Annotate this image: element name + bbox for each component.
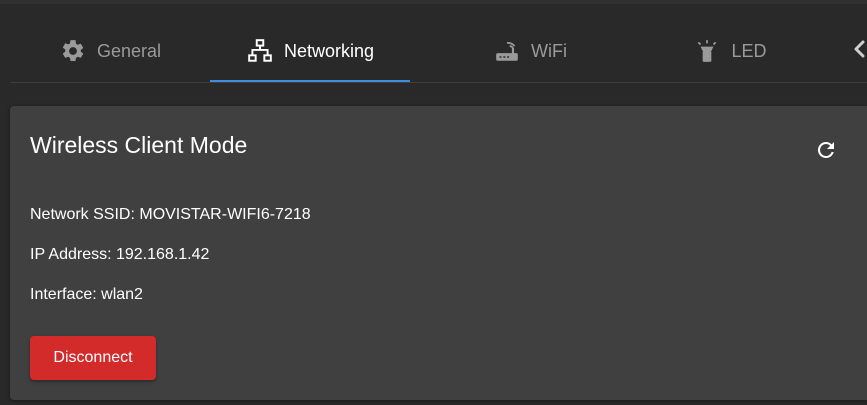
tab-bar: General Networking WiFi LED [10,22,867,83]
network-ssid: Network SSID: MOVISTAR-WIFI6-7218 [30,206,311,223]
network-icon [246,37,274,65]
disconnect-button[interactable]: Disconnect [30,336,156,380]
chevron-left-icon [853,39,867,64]
wireless-client-card: Wireless Client Mode Network SSID: MOVIS… [10,106,867,400]
tab-general-label: General [96,40,162,61]
gear-icon [59,37,87,65]
flashlight-icon [693,37,721,65]
tab-led-label: LED [731,40,767,61]
refresh-icon [814,138,838,167]
tab-networking-label: Networking [283,40,375,61]
ip-address: IP Address: 192.168.1.42 [30,246,210,263]
tab-general[interactable]: General [10,22,210,80]
top-bar [0,0,867,4]
tab-networking[interactable]: Networking [210,22,410,82]
tab-scroll-left-button[interactable] [848,36,867,66]
card-title: Wireless Client Mode [30,132,248,158]
refresh-button[interactable] [810,136,842,168]
tab-wifi-label: WiFi [531,40,567,61]
interface-name: Interface: wlan2 [30,286,143,303]
tab-led[interactable]: LED [630,22,830,80]
router-icon [493,37,521,65]
tab-wifi[interactable]: WiFi [430,22,630,80]
